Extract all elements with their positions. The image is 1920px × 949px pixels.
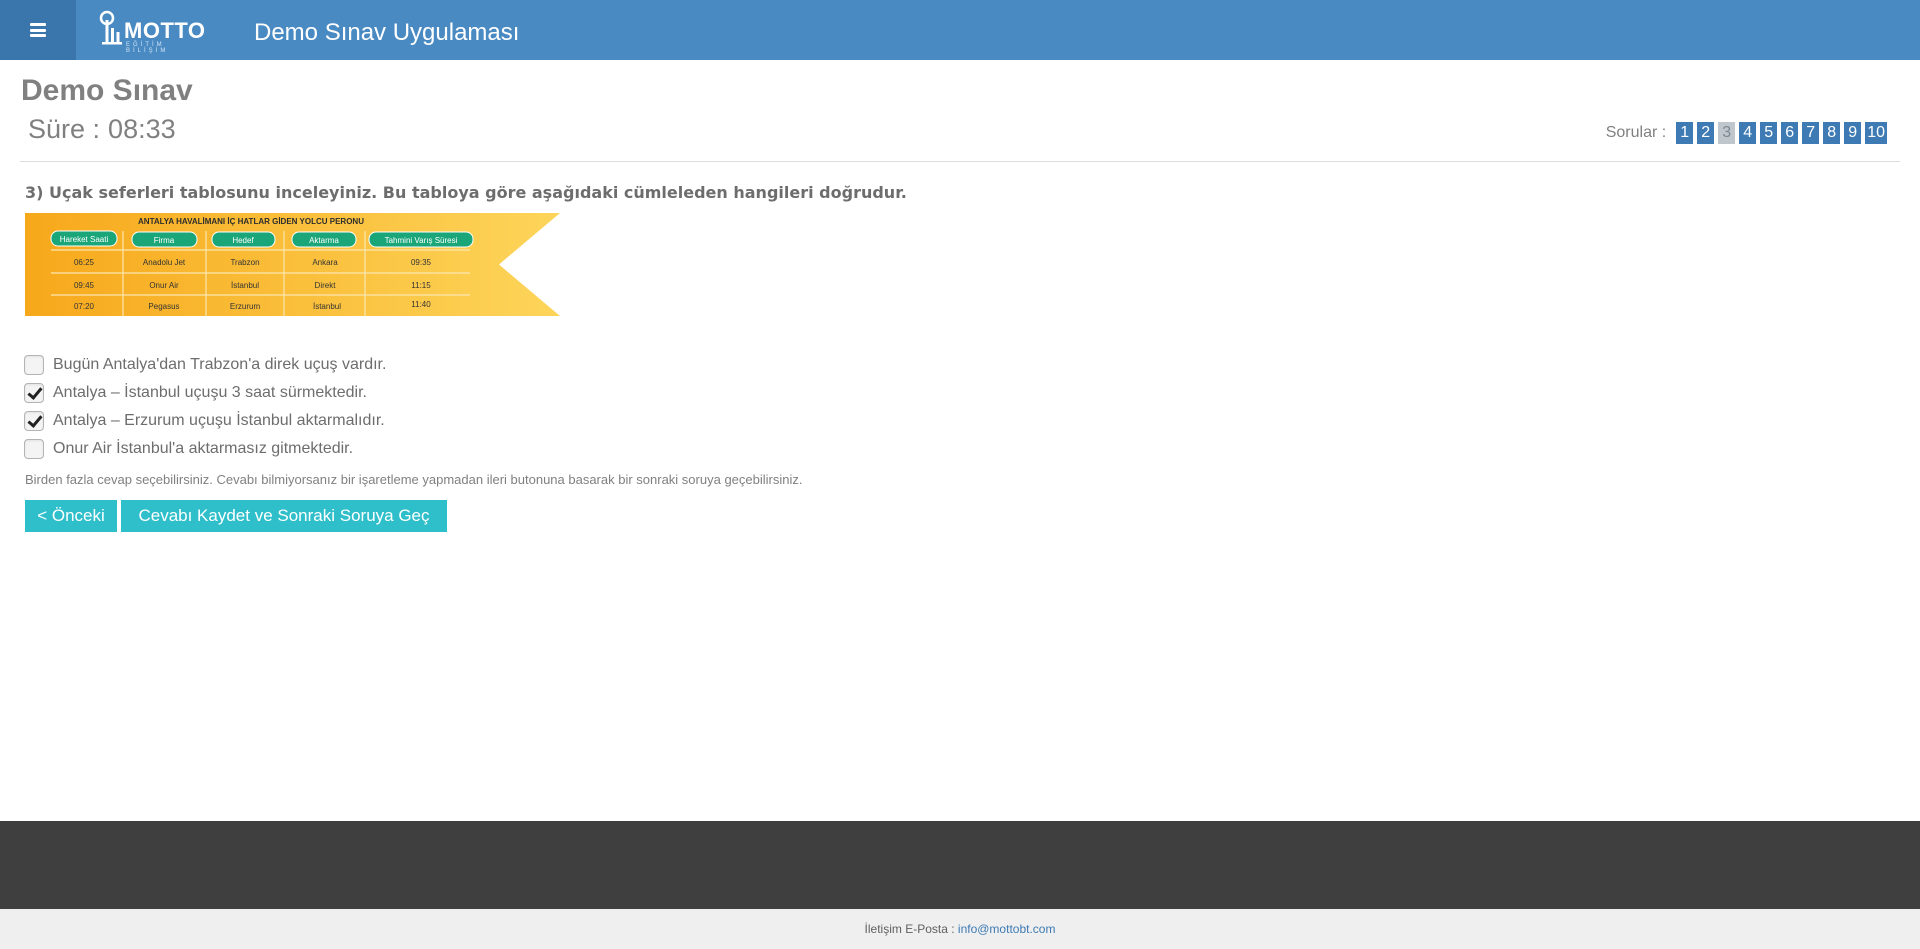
banner-header-cell: Firma bbox=[154, 236, 175, 245]
question-link-8[interactable]: 8 bbox=[1823, 122, 1841, 144]
banner-background bbox=[25, 213, 560, 316]
banner-cell: Onur Air bbox=[149, 281, 179, 290]
footer-dark-band bbox=[0, 821, 1920, 909]
banner-cell: 07:20 bbox=[74, 302, 95, 311]
banner-cell: 11:40 bbox=[411, 300, 431, 309]
menu-toggle-button[interactable] bbox=[0, 0, 76, 60]
question-link-7[interactable]: 7 bbox=[1802, 122, 1820, 144]
answer-option-2[interactable]: Antalya – İstanbul uçuşu 3 saat sürmekte… bbox=[24, 379, 386, 407]
banner-header-cell: Hareket Saati bbox=[60, 235, 109, 244]
timer-value: 08:33 bbox=[108, 114, 176, 144]
banner-cell: İstanbul bbox=[231, 281, 259, 290]
divider bbox=[20, 161, 1900, 162]
questions-nav-label: Sorular : bbox=[1605, 124, 1667, 141]
answer-hint: Birden fazla cevap seçebilirsiniz. Cevab… bbox=[25, 472, 803, 487]
previous-button[interactable]: < Önceki bbox=[25, 500, 117, 532]
answer-checkbox[interactable] bbox=[24, 383, 44, 403]
banner-cell: 06:25 bbox=[74, 258, 95, 267]
banner-header-cell: Tahmini Varış Süresi bbox=[385, 236, 458, 245]
banner-cell: Ankara bbox=[312, 258, 338, 267]
banner-title: ANTALYA HAVALİMANI İÇ HATLAR GİDEN YOLCU… bbox=[138, 217, 364, 226]
banner-header-cell: Hedef bbox=[232, 236, 254, 245]
answer-option-4[interactable]: Onur Air İstanbul'a aktarmasız gitmekted… bbox=[24, 435, 386, 463]
question-link-1[interactable]: 1 bbox=[1676, 122, 1694, 144]
answer-checkbox[interactable] bbox=[24, 439, 44, 459]
question-link-2[interactable]: 2 bbox=[1697, 122, 1715, 144]
banner-cell: Direkt bbox=[315, 281, 337, 290]
top-navbar: MOTTO EĞİTİM BİLİŞİM Demo Sınav Uygulama… bbox=[0, 0, 1920, 60]
flight-table-image: ANTALYA HAVALİMANI İÇ HATLAR GİDEN YOLCU… bbox=[25, 213, 560, 316]
answer-option-3[interactable]: Antalya – Erzurum uçuşu İstanbul aktarma… bbox=[24, 407, 386, 435]
footer-contact-label: İletişim E-Posta : bbox=[864, 922, 955, 936]
exam-title: Demo Sınav bbox=[21, 74, 193, 107]
answer-checkbox[interactable] bbox=[24, 411, 44, 431]
footer-email-link[interactable]: info@mottobt.com bbox=[958, 922, 1056, 936]
banner-cell: Erzurum bbox=[230, 302, 261, 311]
question-link-4[interactable]: 4 bbox=[1739, 122, 1757, 144]
footer-contact: İletişim E-Posta : info@mottobt.com bbox=[0, 909, 1920, 949]
banner-cell: 09:45 bbox=[74, 281, 95, 290]
banner-header-cell: Aktarma bbox=[309, 236, 339, 245]
question-link-3[interactable]: 3 bbox=[1718, 122, 1736, 144]
answer-option-label: Onur Air İstanbul'a aktarmasız gitmekted… bbox=[53, 440, 354, 457]
banner-cell: Pegasus bbox=[148, 302, 179, 311]
banner-cell: Trabzon bbox=[230, 258, 259, 267]
question-text: 3) Uçak seferleri tablosunu inceleyiniz.… bbox=[25, 183, 907, 202]
answer-checkbox[interactable] bbox=[24, 355, 44, 375]
answer-option-1[interactable]: Bugün Antalya'dan Trabzon'a direk uçuş v… bbox=[24, 351, 386, 379]
question-link-9[interactable]: 9 bbox=[1844, 122, 1862, 144]
app-title: Demo Sınav Uygulaması bbox=[254, 19, 520, 46]
question-navigation: Sorular : 1 2 3 4 5 6 7 8 9 10 bbox=[1606, 122, 1887, 144]
answer-option-label: Antalya – Erzurum uçuşu İstanbul aktarma… bbox=[53, 412, 385, 429]
question-link-6[interactable]: 6 bbox=[1781, 122, 1799, 144]
timer-label: Süre : bbox=[28, 114, 101, 144]
banner-header-row: Hareket Saati Firma Hedef Aktarma Tahmin… bbox=[50, 230, 474, 248]
hamburger-icon bbox=[30, 23, 46, 37]
banner-cell: 09:35 bbox=[411, 258, 432, 267]
exam-timer: Süre :08:33 bbox=[28, 114, 176, 145]
banner-cell: 11:15 bbox=[411, 281, 431, 290]
save-and-next-button[interactable]: Cevabı Kaydet ve Sonraki Soruya Geç > bbox=[121, 500, 447, 557]
answer-option-label: Bugün Antalya'dan Trabzon'a direk uçuş v… bbox=[53, 356, 387, 373]
answer-options: Bugün Antalya'dan Trabzon'a direk uçuş v… bbox=[24, 351, 386, 463]
banner-cell: İstanbul bbox=[313, 302, 341, 311]
logo-text: MOTTO bbox=[124, 18, 206, 43]
logo-subtext: EĞİTİM BİLİŞİM bbox=[126, 42, 169, 54]
banner-cell: Anadolu Jet bbox=[143, 258, 186, 267]
motto-logo[interactable]: MOTTO EĞİTİM BİLİŞİM bbox=[98, 10, 206, 54]
answer-option-label: Antalya – İstanbul uçuşu 3 saat sürmekte… bbox=[53, 384, 367, 401]
question-link-10[interactable]: 10 bbox=[1865, 122, 1887, 144]
question-link-5[interactable]: 5 bbox=[1760, 122, 1778, 144]
